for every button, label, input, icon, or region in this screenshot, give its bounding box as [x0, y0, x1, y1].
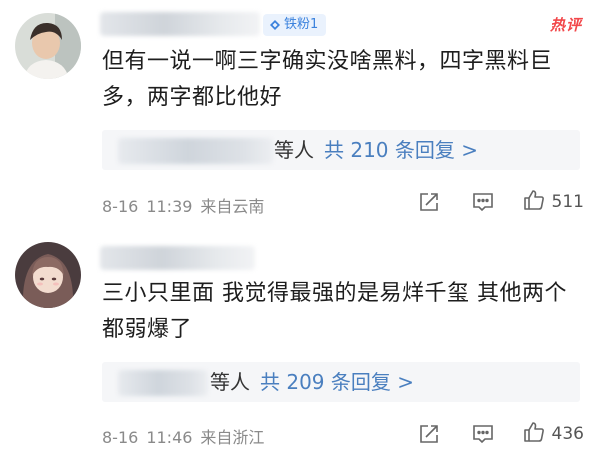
like-count: 511 [551, 192, 584, 212]
comment-actions: 511 [388, 188, 584, 216]
like-button[interactable]: 511 [522, 188, 584, 216]
username-blurred[interactable] [100, 246, 255, 270]
reply-count-link[interactable]: 共 209 条回复 > [260, 370, 414, 394]
comment-item: 铁粉1 热评 但有一说一啊三字确实没啥黑料，四字黑料巨多，两字都比他好 等人共 … [0, 0, 600, 225]
like-button[interactable]: 436 [522, 420, 584, 448]
comment-meta: 8-16 11:39 来自云南 [102, 193, 272, 217]
reply-preview[interactable]: 等人共 210 条回复 > [102, 130, 580, 170]
comment-icon[interactable] [470, 421, 496, 447]
avatar[interactable] [15, 242, 81, 308]
reply-count-link[interactable]: 共 210 条回复 > [324, 138, 478, 162]
comment-text: 三小只里面 我觉得最强的是易烊千玺 其他两个都弱爆了 [102, 281, 567, 342]
fan-badge-label: 铁粉1 [284, 17, 319, 32]
thumbs-up-icon[interactable] [522, 420, 546, 448]
reply-summary[interactable]: 等人共 210 条回复 > [274, 130, 478, 170]
comment-time: 11:46 [146, 428, 193, 447]
diamond-icon [269, 19, 281, 31]
thumbs-up-icon[interactable] [522, 188, 546, 216]
reply-users-blurred [118, 370, 208, 396]
comment-meta: 8-16 11:46 来自浙江 [102, 424, 272, 448]
comment-text: 但有一说一啊三字确实没啥黑料，四字黑料巨多，两字都比他好 [102, 49, 553, 110]
fan-badge: 铁粉1 [263, 14, 327, 36]
comment-actions: 436 [388, 420, 584, 448]
reply-summary[interactable]: 等人共 209 条回复 > [210, 362, 414, 402]
share-icon[interactable] [416, 189, 442, 215]
reply-people-label: 等人 [274, 138, 314, 162]
reply-users-blurred [118, 138, 273, 164]
comment-location: 来自云南 [200, 197, 265, 216]
comment-time: 11:39 [146, 197, 193, 216]
reply-preview[interactable]: 等人共 209 条回复 > [102, 362, 580, 402]
share-icon[interactable] [416, 421, 442, 447]
reply-people-label: 等人 [210, 370, 250, 394]
comment-location: 来自浙江 [200, 428, 265, 447]
comment-date: 8-16 [102, 428, 139, 447]
comment-icon[interactable] [470, 189, 496, 215]
hot-comment-tag: 热评 [549, 16, 582, 34]
like-count: 436 [551, 424, 584, 444]
comment-date: 8-16 [102, 197, 139, 216]
username-blurred[interactable] [100, 12, 260, 36]
avatar[interactable] [15, 13, 81, 79]
comment-item: 三小只里面 我觉得最强的是易烊千玺 其他两个都弱爆了 等人共 209 条回复 >… [0, 234, 600, 450]
